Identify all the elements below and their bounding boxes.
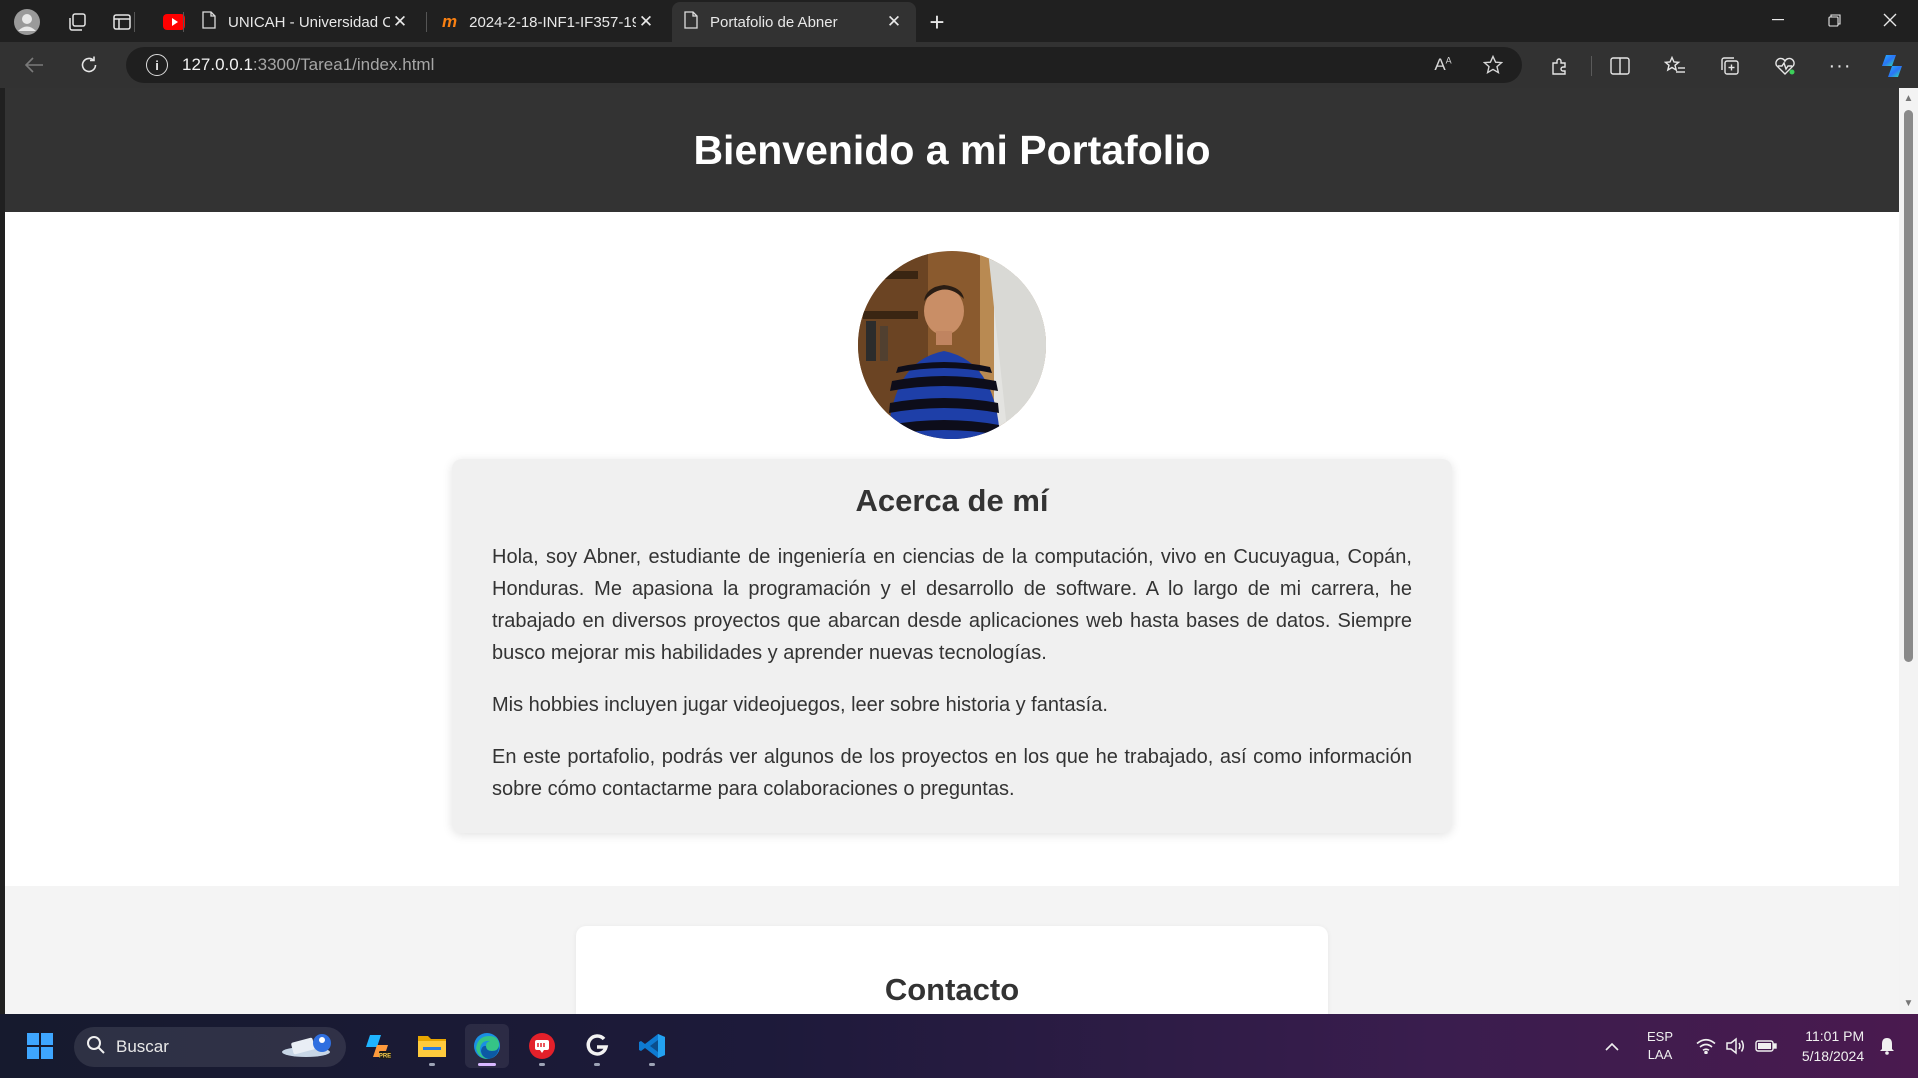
running-indicator bbox=[539, 1063, 545, 1066]
url-path: :3300/Tarea1/index.html bbox=[252, 55, 435, 74]
contact-card: Contacto bbox=[576, 926, 1328, 1014]
keyboard-layout: LAA bbox=[1647, 1047, 1673, 1062]
profile-avatar-icon[interactable] bbox=[11, 6, 43, 38]
tab-title: 2024-2-18-INF1-IF357-1901: Perf bbox=[469, 13, 636, 31]
profile-wrap bbox=[5, 251, 1899, 439]
site-header: Bienvenido a mi Portafolio bbox=[5, 88, 1899, 212]
logitech-g-hub-icon[interactable] bbox=[575, 1024, 619, 1068]
tab-course[interactable]: m 2024-2-18-INF1-IF357-1901: Perf ✕ bbox=[430, 4, 668, 40]
browser-essentials-icon[interactable] bbox=[1768, 49, 1802, 83]
battery-icon[interactable] bbox=[1753, 1014, 1779, 1078]
clock-date: 5/18/2024 bbox=[1801, 1048, 1865, 1064]
scroll-down-arrow-icon[interactable]: ▼ bbox=[1902, 997, 1915, 1010]
refresh-icon[interactable] bbox=[72, 48, 106, 82]
vscode-icon[interactable] bbox=[630, 1024, 674, 1068]
more-options-icon[interactable]: ··· bbox=[1823, 49, 1857, 83]
new-tab-icon[interactable]: + bbox=[921, 6, 953, 38]
tab-title: Portafolio de Abner bbox=[710, 13, 838, 31]
browser-tab-strip: UNICAH - Universidad Católica d ✕ m 2024… bbox=[0, 0, 1918, 42]
about-heading: Acerca de mí bbox=[855, 483, 1049, 518]
show-hidden-icons-chevron-icon[interactable] bbox=[1600, 1014, 1624, 1078]
notification-bell-icon[interactable] bbox=[1876, 1014, 1898, 1078]
page-icon bbox=[684, 11, 698, 33]
moodle-icon: m bbox=[442, 12, 458, 31]
tab-divider bbox=[134, 12, 135, 32]
back-arrow-icon[interactable] bbox=[17, 48, 51, 82]
about-paragraph: En este portafolio, podrás ver algunos d… bbox=[492, 746, 1412, 800]
page-title: Bienvenido a mi Portafolio bbox=[693, 126, 1211, 173]
extensions-icon[interactable] bbox=[1543, 49, 1577, 83]
read-aloud-icon[interactable]: AA bbox=[1427, 49, 1459, 81]
file-explorer-icon[interactable] bbox=[410, 1024, 454, 1068]
favorite-star-icon[interactable] bbox=[1477, 49, 1509, 81]
search-highlight-icon bbox=[278, 1030, 338, 1065]
wifi-icon[interactable] bbox=[1694, 1014, 1718, 1078]
volume-icon[interactable] bbox=[1723, 1014, 1747, 1078]
site-info-icon[interactable]: i bbox=[146, 54, 168, 76]
scroll-up-arrow-icon[interactable]: ▲ bbox=[1902, 92, 1915, 105]
restore-icon[interactable] bbox=[1806, 0, 1862, 40]
contact-section: Contacto bbox=[5, 886, 1899, 1014]
anydesk-icon[interactable] bbox=[520, 1024, 564, 1068]
taskbar-search[interactable]: Buscar bbox=[74, 1027, 346, 1067]
copilot-icon[interactable] bbox=[1875, 49, 1909, 83]
page-viewport: Bienvenido a mi Portafolio Acerca de mí … bbox=[5, 88, 1899, 1014]
about-card: Acerca de mí Hola, soy Abner, estudiante… bbox=[452, 459, 1452, 833]
close-icon[interactable]: ✕ bbox=[636, 12, 656, 32]
toolbar-divider bbox=[1591, 56, 1592, 76]
language-code: ESP bbox=[1646, 1029, 1673, 1044]
address-bar[interactable]: i 127.0.0.1:3300/Tarea1/index.html bbox=[126, 47, 1522, 83]
tab-divider bbox=[183, 12, 184, 32]
svg-text:PRE: PRE bbox=[379, 1054, 391, 1060]
windows-taskbar: Buscar PRE ESP LAA 11:01 PM 5/18/2024 bbox=[0, 1014, 1918, 1078]
input-language-indicator[interactable]: ESP LAA bbox=[1642, 1014, 1678, 1078]
collections-icon[interactable] bbox=[1713, 49, 1747, 83]
search-placeholder: Buscar bbox=[116, 1037, 169, 1056]
page-scrollbar[interactable]: ▲ ▼ bbox=[1899, 88, 1918, 1014]
page-icon bbox=[202, 11, 216, 33]
running-indicator bbox=[649, 1063, 655, 1066]
url-host: 127.0.0.1 bbox=[182, 55, 253, 74]
close-window-icon[interactable] bbox=[1862, 0, 1918, 40]
contact-heading: Contacto bbox=[884, 972, 1020, 1007]
tab-unicah[interactable]: UNICAH - Universidad Católica d ✕ bbox=[190, 4, 422, 40]
tab-title: UNICAH - Universidad Católica d bbox=[228, 13, 390, 31]
split-screen-icon[interactable] bbox=[1603, 49, 1637, 83]
about-paragraph: Hola, soy Abner, estudiante de ingenierí… bbox=[492, 546, 1412, 664]
about-paragraph: Mis hobbies incluyen jugar videojuegos, … bbox=[492, 694, 1108, 716]
clock[interactable]: 11:01 PM 5/18/2024 bbox=[1794, 1014, 1872, 1078]
clock-time: 11:01 PM bbox=[1805, 1028, 1865, 1044]
tab-portafolio[interactable]: Portafolio de Abner ✕ bbox=[672, 2, 916, 42]
close-icon[interactable]: ✕ bbox=[390, 12, 410, 32]
close-icon[interactable]: ✕ bbox=[884, 12, 904, 32]
running-indicator bbox=[594, 1063, 600, 1066]
tab-divider bbox=[426, 12, 427, 32]
browser-toolbar: i 127.0.0.1:3300/Tarea1/index.html AA ··… bbox=[0, 42, 1918, 88]
workspaces-icon[interactable] bbox=[61, 6, 93, 38]
running-indicator bbox=[429, 1063, 435, 1066]
running-indicator bbox=[478, 1063, 496, 1066]
scrollbar-thumb[interactable] bbox=[1904, 110, 1913, 662]
copilot-taskbar-icon[interactable]: PRE bbox=[355, 1024, 399, 1068]
edge-taskbar-icon[interactable] bbox=[465, 1024, 509, 1068]
windows-start-icon[interactable] bbox=[18, 1024, 62, 1068]
youtube-tab-icon[interactable] bbox=[158, 6, 190, 38]
favorites-list-icon[interactable] bbox=[1658, 49, 1692, 83]
minimize-icon[interactable] bbox=[1750, 0, 1806, 40]
profile-photo bbox=[858, 251, 1046, 439]
search-icon bbox=[86, 1035, 106, 1060]
